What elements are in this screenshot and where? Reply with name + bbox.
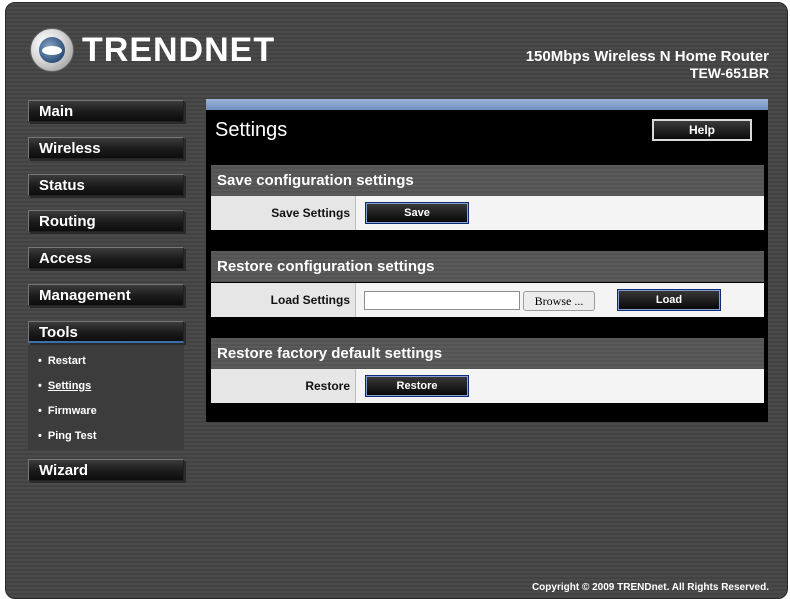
restore-button[interactable]: Restore: [365, 375, 469, 397]
settings-panel: Settings Help Save configuration setting…: [206, 99, 768, 422]
help-button[interactable]: Help: [652, 119, 752, 141]
router-frame: TRENDNET 150Mbps Wireless N Home Router …: [5, 2, 788, 599]
nav-routing[interactable]: Routing: [28, 210, 184, 232]
save-settings-label: Save Settings: [211, 196, 356, 230]
bullet-icon: •: [38, 405, 42, 417]
bullet-icon: •: [38, 355, 42, 367]
save-button[interactable]: Save: [365, 202, 469, 224]
nav-wireless[interactable]: Wireless: [28, 137, 184, 159]
submenu-label: Restart: [47, 355, 86, 367]
product-model: TEW-651BR: [689, 65, 769, 81]
bullet-icon: •: [38, 430, 42, 442]
submenu-label: Firmware: [47, 405, 97, 417]
save-settings-row: Save Settings Save: [211, 196, 764, 230]
panel-accent-bar: [206, 99, 768, 110]
submenu-item-restart[interactable]: • Restart: [38, 355, 86, 367]
submenu-item-settings[interactable]: • Settings: [38, 380, 91, 392]
restore-label: Restore: [211, 369, 356, 403]
section-heading-save: Save configuration settings: [211, 165, 764, 196]
bullet-icon: •: [38, 380, 42, 392]
section-heading-factory: Restore factory default settings: [211, 338, 764, 369]
submenu-item-firmware[interactable]: • Firmware: [38, 405, 97, 417]
submenu-item-ping-test[interactable]: • Ping Test: [38, 430, 97, 442]
restore-row: Restore Restore: [211, 369, 764, 403]
copyright-text: Copyright © 2009 TRENDnet. All Rights Re…: [531, 582, 769, 593]
nav-wizard[interactable]: Wizard: [28, 459, 184, 481]
config-file-input[interactable]: [364, 291, 520, 310]
nav-tools[interactable]: Tools: [28, 321, 184, 343]
browse-button[interactable]: Browse ...: [523, 291, 595, 311]
nav-management[interactable]: Management: [28, 284, 184, 306]
load-settings-row: Load Settings Browse ... Load: [211, 283, 764, 317]
product-info: 150Mbps Wireless N Home Router TEW-651BR: [526, 48, 769, 82]
nav-main[interactable]: Main: [28, 100, 184, 122]
page-title: Settings: [215, 119, 288, 141]
nav-access[interactable]: Access: [28, 247, 184, 269]
load-button[interactable]: Load: [617, 289, 721, 311]
brand-name: TRENDNET: [82, 31, 276, 69]
product-name: 150Mbps Wireless N Home Router: [525, 48, 769, 65]
load-settings-label: Load Settings: [211, 283, 356, 317]
submenu-label: Ping Test: [47, 430, 97, 442]
section-heading-restore: Restore configuration settings: [211, 251, 764, 282]
nav-status[interactable]: Status: [28, 174, 184, 196]
tools-submenu: • Restart • Settings • Firmware • Ping Test: [28, 345, 184, 450]
submenu-label: Settings: [47, 380, 92, 392]
trendnet-logo-icon: [30, 28, 74, 72]
